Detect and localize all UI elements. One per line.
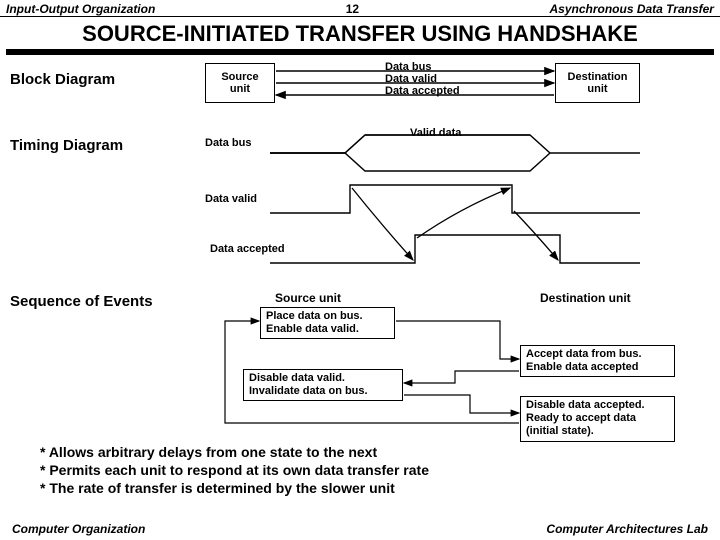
page-title: SOURCE-INITIATED TRANSFER USING HANDSHAK… bbox=[0, 17, 720, 49]
title-rule bbox=[6, 49, 714, 55]
page-number: 12 bbox=[346, 2, 359, 16]
footer-right: Computer Architectures Lab bbox=[546, 522, 708, 536]
footer-left: Computer Organization bbox=[12, 522, 145, 536]
header-right: Asynchronous Data Transfer bbox=[549, 2, 714, 16]
content-area: Block Diagram Timing Diagram Sequence of… bbox=[0, 63, 720, 493]
diagram-svg bbox=[0, 63, 720, 493]
header-left: Input-Output Organization bbox=[6, 2, 155, 16]
